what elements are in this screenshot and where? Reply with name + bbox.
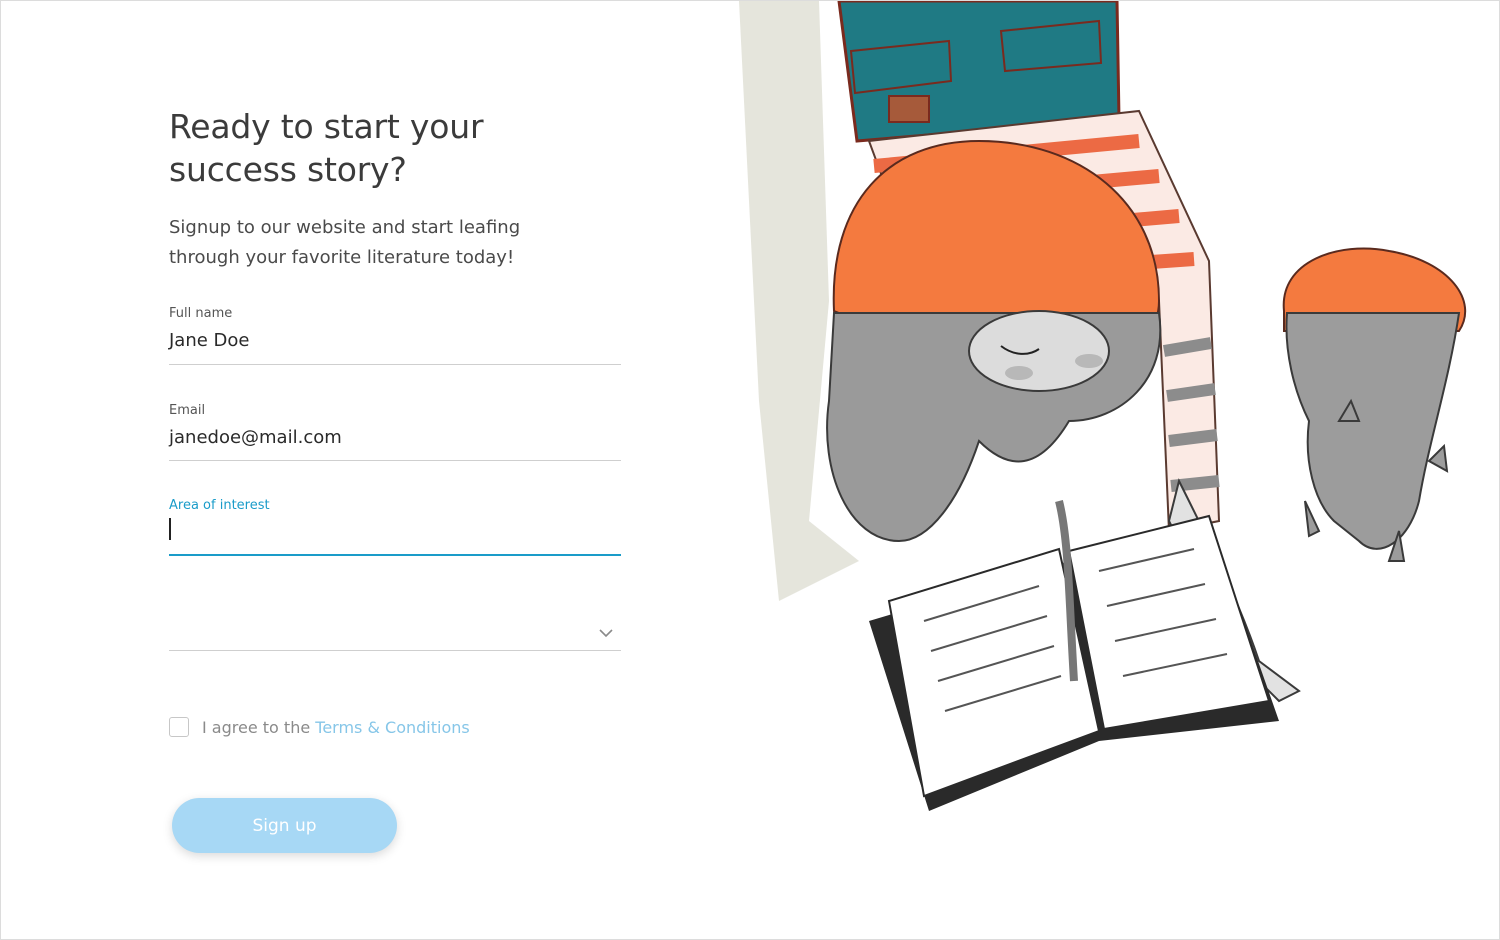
area-of-interest-field[interactable]: Area of interest <box>169 498 621 558</box>
open-book-shape <box>869 500 1279 811</box>
email-field[interactable]: Email janedoe@mail.com <box>169 403 621 463</box>
area-of-interest-label: Area of interest <box>169 498 270 513</box>
page-frame: Ready to start your success story? Signu… <box>0 0 1500 940</box>
interest-select[interactable] <box>169 611 621 653</box>
terms-conditions-link[interactable]: Terms & Conditions <box>315 718 469 737</box>
email-label: Email <box>169 403 206 418</box>
page-subtitle: Signup to our website and start leafing … <box>169 217 521 268</box>
cat-shape <box>1282 247 1467 562</box>
full-name-input[interactable]: Jane Doe <box>169 330 250 351</box>
chevron-down-icon[interactable] <box>597 627 615 639</box>
girl-head-shape <box>826 139 1162 543</box>
full-name-field[interactable]: Full name Jane Doe <box>169 306 621 366</box>
terms-agree-text: I agree to the Terms & Conditions <box>202 718 470 737</box>
agree-label: I agree to the <box>202 718 316 737</box>
signup-form: Ready to start your success story? Signu… <box>169 1 629 939</box>
email-underline <box>169 460 621 461</box>
interest-select-underline <box>169 650 621 651</box>
text-caret <box>169 518 171 540</box>
area-of-interest-underline <box>169 554 621 556</box>
terms-checkbox[interactable] <box>169 717 189 737</box>
page-title: Ready to start your success story? <box>169 107 484 189</box>
full-name-label: Full name <box>169 306 233 321</box>
girl-reading-book-illustration <box>739 1 1467 811</box>
email-input[interactable]: janedoe@mail.com <box>169 427 342 448</box>
full-name-underline <box>169 364 621 365</box>
sign-up-button[interactable]: Sign up <box>172 798 397 853</box>
